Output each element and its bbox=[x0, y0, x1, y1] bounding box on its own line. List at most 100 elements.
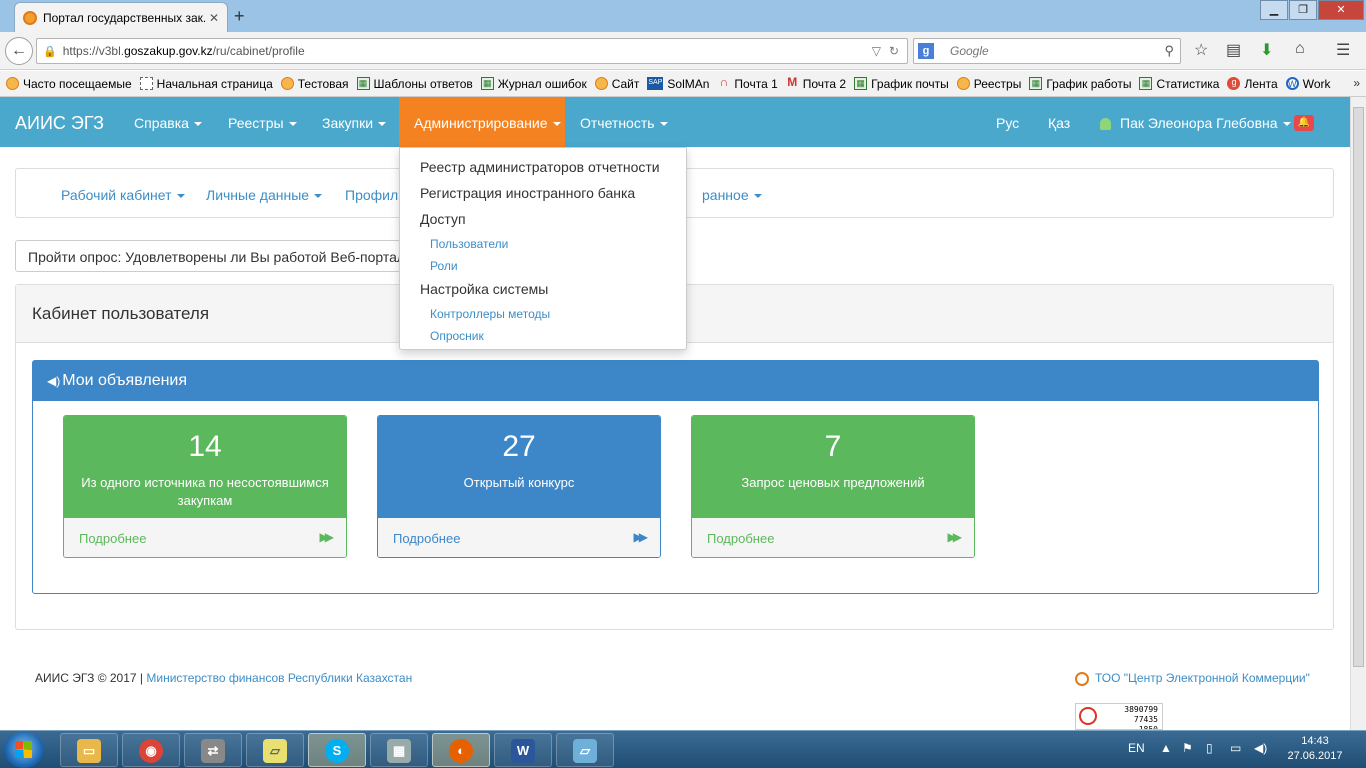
lang-ru-link[interactable]: Рус bbox=[996, 115, 1019, 131]
bookmark-item[interactable]: W Work bbox=[1285, 77, 1330, 91]
windows-taskbar: ▭ ◉ ⇄ ▱ S ▦ ◐ W ▱ EN ▲ ⚑ ▯ ▭ ◀) 14:43 27… bbox=[0, 730, 1366, 768]
back-arrow-icon[interactable]: ← bbox=[5, 37, 33, 65]
nav-item-administration[interactable]: Администрирование bbox=[414, 115, 561, 131]
folder-icon: ▭ bbox=[77, 739, 101, 763]
chrome-icon: ◉ bbox=[139, 739, 163, 763]
bookmark-item[interactable]: ▦ График работы bbox=[1029, 77, 1131, 91]
bookmark-item[interactable]: M Почта 2 bbox=[786, 76, 846, 91]
card-details-link[interactable]: Подробнее ▶▶ bbox=[692, 518, 974, 557]
bookmark-item[interactable]: ▦ График почты bbox=[854, 77, 949, 91]
bookmark-item[interactable]: Реестры bbox=[956, 77, 1021, 91]
network-icon[interactable]: ▭ bbox=[1230, 741, 1241, 755]
bookmark-star-icon[interactable]: ☆ bbox=[1194, 40, 1208, 60]
menu-item-controllers[interactable]: Контроллеры методы bbox=[430, 307, 550, 321]
bookmarks-bar: Часто посещаемые Начальная страница Тест… bbox=[0, 71, 1366, 97]
google-plus-icon: g bbox=[1227, 77, 1241, 90]
taskbar-transfer[interactable]: ⇄ bbox=[184, 733, 242, 767]
bookmark-item[interactable]: Тестовая bbox=[280, 77, 349, 91]
nav-item-purchases[interactable]: Закупки bbox=[322, 115, 387, 131]
search-bar[interactable]: g Google ⚲ bbox=[913, 38, 1181, 64]
bookmark-item[interactable]: Начальная страница bbox=[139, 77, 273, 91]
subnav-favorites[interactable]: ранное bbox=[702, 187, 762, 203]
card-single-source: 14 Из одного источника по несостоявшимся… bbox=[63, 415, 347, 558]
show-hidden-icons-icon[interactable]: ▲ bbox=[1160, 741, 1172, 755]
restore-window-button[interactable]: ❐ bbox=[1289, 0, 1317, 20]
taskbar-calculator[interactable]: ▦ bbox=[370, 733, 428, 767]
survey-banner[interactable]: Пройти опрос: Удовлетворены ли Вы работо… bbox=[15, 240, 410, 272]
card-details-link[interactable]: Подробнее ▶▶ bbox=[378, 518, 660, 557]
download-icon[interactable]: ⬇ bbox=[1260, 40, 1273, 60]
bookmark-item[interactable]: ∩ Почта 1 bbox=[717, 76, 778, 91]
word-icon: W bbox=[511, 739, 535, 763]
page-scrollbar[interactable] bbox=[1350, 97, 1366, 730]
taskbar-firefox[interactable]: ◐ bbox=[432, 733, 490, 767]
clock-date: 27.06.2017 bbox=[1287, 750, 1343, 762]
menu-item-foreign-bank[interactable]: Регистрация иностранного банка bbox=[420, 185, 635, 201]
google-icon[interactable]: g bbox=[918, 43, 934, 59]
device-icon[interactable]: ▯ bbox=[1206, 741, 1213, 755]
nav-item-help[interactable]: Справка bbox=[134, 115, 202, 131]
bookmark-item[interactable]: ▦ Журнал ошибок bbox=[480, 77, 587, 91]
bookmark-item[interactable]: Часто посещаемые bbox=[6, 77, 132, 91]
sap-icon: SAP bbox=[647, 77, 664, 90]
main-navbar: АИИС ЭГЗ Справка Реестры Закупки Админис… bbox=[0, 97, 1350, 147]
card-details-link[interactable]: Подробнее ▶▶ bbox=[64, 518, 346, 557]
taskbar-skype[interactable]: S bbox=[308, 733, 366, 767]
orange-site-icon bbox=[956, 77, 970, 90]
taskbar-notepad[interactable]: ▱ bbox=[556, 733, 614, 767]
volume-icon[interactable]: ◀) bbox=[1254, 741, 1267, 755]
nav-item-reports[interactable]: Отчетность bbox=[580, 115, 668, 131]
more-bookmarks-button[interactable]: » bbox=[1353, 76, 1360, 90]
action-center-flag-icon[interactable]: ⚑ bbox=[1182, 741, 1193, 755]
sticky-notes-icon: ▱ bbox=[263, 739, 287, 763]
bookmark-item[interactable]: SAP SolMAn bbox=[647, 77, 709, 91]
close-window-button[interactable]: ✕ bbox=[1318, 0, 1364, 20]
new-tab-button[interactable]: + bbox=[234, 6, 245, 27]
caret-down-icon bbox=[288, 122, 297, 127]
menu-item-users[interactable]: Пользователи bbox=[430, 237, 508, 251]
subnav-workplace[interactable]: Рабочий кабинет bbox=[61, 187, 185, 203]
reload-icon[interactable]: ↻ bbox=[889, 44, 899, 58]
announcements-header: ◀) Мои объявления bbox=[33, 361, 1318, 401]
nav-item-registries[interactable]: Реестры bbox=[228, 115, 297, 131]
menu-item-questionnaire[interactable]: Опросник bbox=[430, 329, 484, 343]
taskbar-chrome[interactable]: ◉ bbox=[122, 733, 180, 767]
bookmark-item[interactable]: g Лента bbox=[1227, 77, 1278, 91]
home-icon[interactable]: ⌂ bbox=[1295, 40, 1305, 58]
bookmark-item[interactable]: Сайт bbox=[594, 77, 639, 91]
caret-down-icon bbox=[552, 122, 561, 127]
company-link[interactable]: ТОО "Центр Электронной Коммерции" bbox=[1075, 671, 1310, 686]
tab-title: Портал государственных зак... bbox=[43, 10, 205, 25]
close-tab-icon[interactable]: ✕ bbox=[209, 11, 219, 25]
taskbar-word[interactable]: W bbox=[494, 733, 552, 767]
visit-counter[interactable]: 3890799 77435 1850 bbox=[1075, 703, 1163, 730]
search-icon[interactable]: ⚲ bbox=[1164, 43, 1174, 59]
windows-logo-icon bbox=[15, 741, 33, 759]
scrollbar-thumb[interactable] bbox=[1353, 107, 1364, 667]
start-button[interactable] bbox=[4, 732, 44, 768]
taskbar-sticky-notes[interactable]: ▱ bbox=[246, 733, 304, 767]
taskbar-explorer[interactable]: ▭ bbox=[60, 733, 118, 767]
dropdown-arrow-icon[interactable]: ▽ bbox=[872, 44, 881, 58]
menu-item-roles[interactable]: Роли bbox=[430, 259, 458, 273]
bookmark-item[interactable]: ▦ Статистика bbox=[1139, 77, 1219, 91]
user-menu[interactable]: Пак Элеонора Глебовна bbox=[1100, 115, 1291, 131]
system-clock[interactable]: 14:43 27.06.2017 bbox=[1280, 734, 1350, 764]
web-page: АИИС ЭГЗ Справка Реестры Закупки Админис… bbox=[0, 97, 1350, 730]
subnav-profile[interactable]: Профиль bbox=[345, 187, 405, 203]
menu-item-report-admins[interactable]: Реестр администраторов отчетности bbox=[420, 159, 660, 175]
card-label: Открытый конкурс bbox=[463, 475, 575, 490]
input-language[interactable]: EN bbox=[1128, 741, 1145, 755]
address-bar[interactable]: 🔒 https://v3bl.goszakup.gov.kz/ru/cabine… bbox=[36, 38, 908, 64]
bookmark-item[interactable]: ▦ Шаблоны ответов bbox=[356, 77, 473, 91]
reading-list-icon[interactable]: ▤ bbox=[1226, 40, 1241, 60]
subnav-personal-data[interactable]: Личные данные bbox=[206, 187, 323, 203]
ministry-link[interactable]: Министерство финансов Республики Казахст… bbox=[146, 671, 412, 685]
lang-kz-link[interactable]: Қаз bbox=[1048, 115, 1070, 131]
minimize-window-button[interactable]: ▁ bbox=[1260, 0, 1288, 20]
notepad-icon: ▱ bbox=[573, 739, 597, 763]
brand-logo[interactable]: АИИС ЭГЗ bbox=[15, 113, 104, 134]
browser-tab[interactable]: Портал государственных зак... ✕ bbox=[14, 2, 228, 32]
notification-bell-icon[interactable]: 🔔 bbox=[1294, 115, 1314, 131]
menu-icon[interactable]: ☰ bbox=[1336, 40, 1350, 60]
